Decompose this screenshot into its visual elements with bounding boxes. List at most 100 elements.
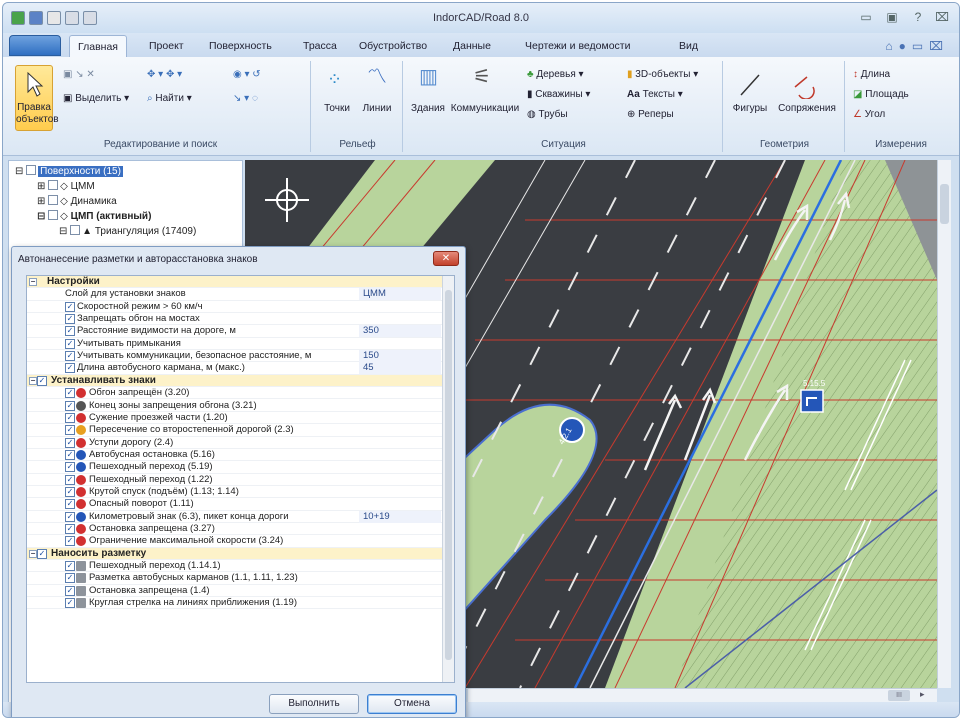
checkbox[interactable]: ✓ [37,375,47,386]
tree-item-tsmp[interactable]: ⊟ ◇ ЦМП (активный) [37,210,151,222]
checkbox[interactable]: ✓ [65,314,75,325]
collapse-icon[interactable]: − [29,376,37,385]
length-button[interactable]: ↕ Длина [853,69,890,80]
checkbox[interactable]: ✓ [65,585,75,596]
cancel-button[interactable]: Отмена [367,694,457,714]
checkbox[interactable]: ✓ [65,536,75,547]
sign-row[interactable]: ✓ Остановка запрещена (3.27) [27,523,443,536]
sign-row[interactable]: ✓ Обгон запрещён (3.20) [27,387,443,400]
find-button[interactable]: ⌕ Найти ▾ [147,93,192,104]
checkbox[interactable]: ✓ [65,524,75,534]
points-button[interactable]: ⁘ Точки [317,65,357,131]
tab-data[interactable]: Данные [453,40,491,52]
tab-drawings[interactable]: Чертежи и ведомости [525,40,630,52]
settings-row[interactable]: ✓ Скоростной режим > 60 км/ч [27,301,443,314]
scroll-right-arrow-icon[interactable]: ▸ [920,689,925,700]
area-button[interactable]: ◪ Площадь [853,89,909,100]
setting-value[interactable]: 150 [359,350,441,363]
collapse-icon[interactable]: − [29,549,37,558]
checkbox[interactable]: ✓ [65,573,75,584]
map-horizontal-scrollbar[interactable]: III ▸ [468,688,937,702]
marking-row[interactable]: ✓ Пешеходный переход (1.14.1) [27,560,443,573]
settings-row[interactable]: ✓ Учитывать примыкания [27,338,443,351]
checkbox[interactable]: ✓ [65,449,75,460]
section-signs[interactable]: − ✓ Устанавливать знаки [27,374,443,388]
tree-checkbox[interactable] [48,180,59,190]
checkbox[interactable]: ✓ [65,412,75,423]
settings-row[interactable]: ✓ Учитывать коммуникации, безопасное расс… [27,350,443,363]
tab-home[interactable]: Главная [69,35,127,57]
marking-row[interactable]: ✓ Круглая стрелка на линиях приближения (… [27,597,443,610]
checkbox[interactable]: ✓ [65,301,75,312]
sign-value[interactable]: 10+19 [359,510,441,523]
objects3d-button[interactable]: ▮ 3D-объекты ▾ [627,69,698,80]
setting-value[interactable]: 45 [359,362,441,375]
sign-row[interactable]: ✓ Автобусная остановка (5.16) [27,449,443,462]
setting-value[interactable]: ЦММ [359,288,441,301]
benchmarks-button[interactable]: ⊕ Реперы [627,109,674,120]
sign-row[interactable]: ✓ Пересечение со второстепенной дорогой (… [27,424,443,437]
map-vertical-scrollbar[interactable] [937,160,951,688]
tree-checkbox[interactable] [48,210,59,220]
figures-button[interactable]: Фигуры [729,65,771,131]
checkbox[interactable]: ✓ [65,338,75,349]
checkbox[interactable]: ✓ [65,511,75,522]
checkbox[interactable]: ✓ [65,499,75,510]
dialog-close-button[interactable]: ✕ [433,251,459,266]
sign-row[interactable]: ✓ Конец зоны запрещения обгона (3.21) [27,400,443,412]
checkbox[interactable]: ✓ [65,561,75,572]
settings-scroll-thumb[interactable] [445,290,452,660]
checkbox[interactable]: ✓ [65,474,75,485]
tree-checkbox[interactable] [26,165,37,175]
marking-row[interactable]: ✓ Остановка запрещена (1.4) [27,585,443,598]
tree-checkbox[interactable] [70,225,81,235]
checkbox[interactable]: ✓ [65,462,75,473]
checkbox[interactable]: ✓ [65,598,75,609]
node-tool-icon[interactable]: ▣ ↘ ✕ [63,69,95,80]
lines-button[interactable]: 〽 Линии [357,65,397,131]
ribbon-options-icons[interactable]: ⌂●▭⌧ [885,39,949,53]
section-marking[interactable]: − ✓ Наносить разметку [27,547,443,561]
minimize-button[interactable]: ▭ [855,9,877,26]
communications-button[interactable]: ⚟ Коммуникации [449,65,521,131]
vertical-scroll-thumb[interactable] [940,184,949,224]
checkbox[interactable]: ✓ [65,388,75,399]
sign-row[interactable]: ✓ Уступи дорогу (2.4) [27,437,443,449]
tab-view[interactable]: Вид [679,40,698,52]
collapse-icon[interactable]: − [29,278,37,286]
trees-button[interactable]: ♣ Деревья ▾ [527,69,584,80]
sign-row[interactable]: ✓ Пешеходный переход (5.19) [27,461,443,474]
horizontal-scroll-thumb[interactable]: III [888,690,910,701]
tab-arrangement[interactable]: Обустройство [359,40,427,52]
settings-row[interactable]: ✓ Расстояние видимости на дороге, м 350 [27,325,443,338]
sign-row[interactable]: ✓ Сужение проезжей части (1.20) [27,412,443,425]
select-button[interactable]: ▣ Выделить ▾ [63,93,129,104]
maximize-button[interactable]: ▣ [881,9,903,26]
settings-scrollbar[interactable] [442,276,454,682]
setting-value[interactable]: 350 [359,325,441,338]
tree-item-surfaces[interactable]: ⊟ Поверхности (15) [15,165,123,177]
settings-row[interactable]: ✓ Запрещать обгон на мостах [27,313,443,326]
checkbox[interactable]: ✓ [65,400,75,411]
sign-row[interactable]: ✓ Крутой спуск (подъём) (1.13; 1.14) [27,486,443,499]
buildings-button[interactable]: ▥ Здания [407,65,449,131]
settings-row[interactable]: ✓ Длина автобусного кармана, м (макс.) 45 [27,362,443,375]
checkbox[interactable]: ✓ [65,326,75,337]
layers-icon[interactable]: ◉ ▾ ↺ [233,69,261,80]
checkbox[interactable]: ✓ [65,351,75,362]
sign-row[interactable]: ✓ Километровый знак (6.3), пикет конца до… [27,510,443,523]
tree-checkbox[interactable] [48,195,59,205]
edit-objects-button[interactable]: Правка объектов [15,65,59,131]
checkbox[interactable]: ✓ [65,486,75,497]
conjugations-button[interactable]: Сопряжения [773,65,841,131]
checkbox[interactable]: ✓ [65,437,75,448]
tab-project[interactable]: Проект [149,40,184,52]
tree-item-dynamics[interactable]: ⊞ ◇ Динамика [37,195,117,207]
help-button[interactable]: ? [907,9,929,26]
close-button[interactable]: ⌧ [931,9,953,26]
application-menu-button[interactable] [9,35,61,56]
transform-icon[interactable]: ✥ ▾ ✥ ▾ [147,69,182,80]
section-settings[interactable]: − Настройки [27,276,443,289]
texts-button[interactable]: Aa Тексты ▾ [627,89,683,100]
settings-row[interactable]: Слой для установки знаков ЦММ [27,288,443,301]
